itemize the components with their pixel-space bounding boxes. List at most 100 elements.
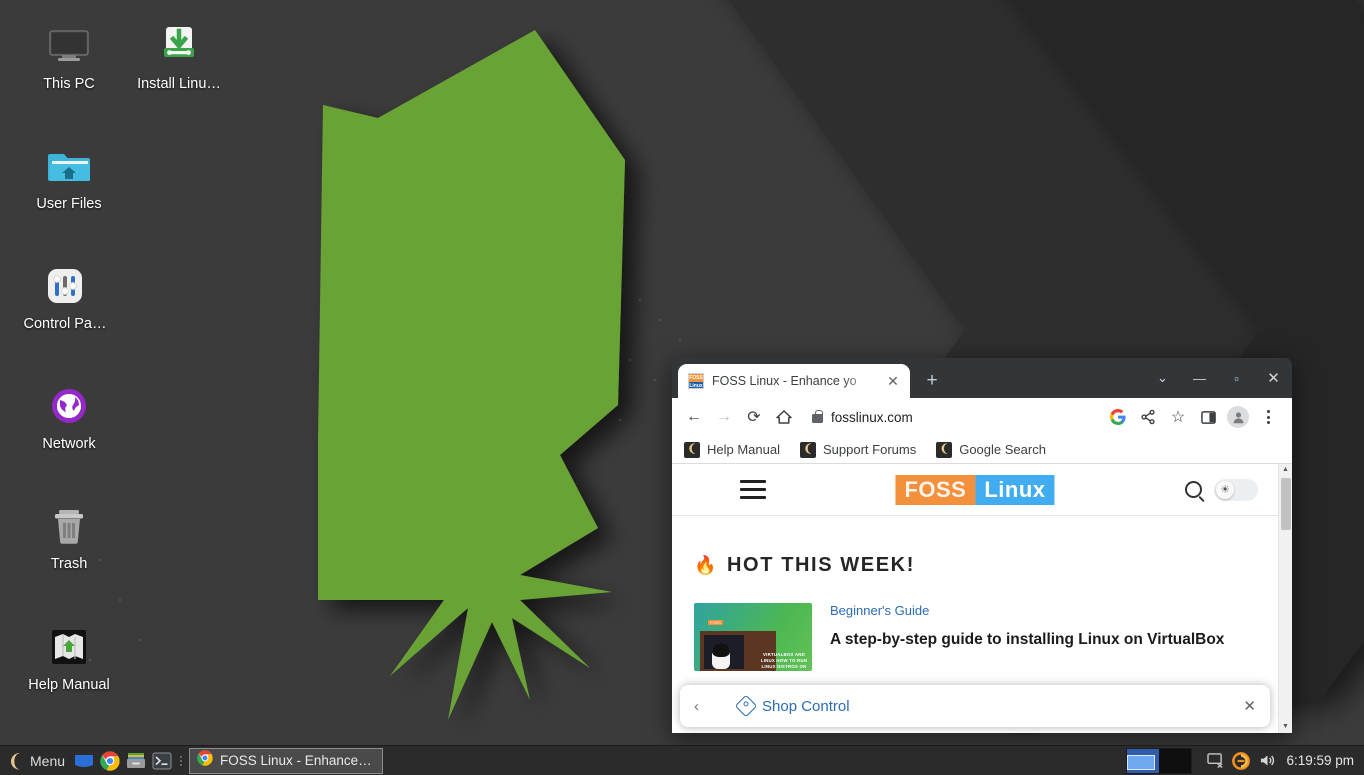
article-title[interactable]: A step-by-step guide to installing Linux… xyxy=(830,630,1224,650)
start-menu-label: Menu xyxy=(30,752,66,769)
desktop-icon-label: Install Linu… xyxy=(137,76,221,92)
update-icon[interactable] xyxy=(1228,746,1254,775)
close-window-button[interactable]: ✕ xyxy=(1255,358,1292,398)
quicklaunch-show-desktop[interactable] xyxy=(71,746,97,775)
window-controls: ⌄ — ▫ ✕ xyxy=(1144,358,1292,398)
chrome-icon xyxy=(197,750,213,771)
taskbar-clock[interactable]: 6:19:59 pm xyxy=(1280,753,1364,768)
desktop-icon-this-pc[interactable]: This PC xyxy=(14,22,124,93)
minimize-button[interactable]: — xyxy=(1181,358,1218,398)
home-folder-icon xyxy=(45,142,93,190)
back-icon[interactable]: ← xyxy=(680,403,708,431)
bookmark-label: Support Forums xyxy=(823,442,917,457)
share-icon[interactable] xyxy=(1134,403,1162,431)
article-text: Beginner's Guide A step-by-step guide to… xyxy=(830,603,1224,671)
forward-icon[interactable]: → xyxy=(710,403,738,431)
google-lens-icon[interactable] xyxy=(1104,403,1132,431)
desktop-icon-label: User Files xyxy=(36,196,102,212)
article-thumbnail[interactable]: FOSS VIRTUALBOX AND LINUX HOW TO RUN LIN… xyxy=(694,603,812,671)
section-heading-text: HOT THIS WEEK! xyxy=(727,554,915,576)
hamburger-menu-icon[interactable] xyxy=(740,480,766,499)
notification-close-icon[interactable]: ✕ xyxy=(1243,697,1256,715)
new-tab-button[interactable]: + xyxy=(918,367,946,395)
maximize-button[interactable]: ▫ xyxy=(1218,358,1255,398)
quicklaunch-chrome[interactable] xyxy=(97,746,123,775)
profile-avatar[interactable] xyxy=(1224,403,1252,431)
desktop-icon-user-files[interactable]: User Files xyxy=(14,142,124,213)
tab-search-button[interactable]: ⌄ xyxy=(1144,358,1181,398)
bookmark-favicon-icon: ❨ xyxy=(936,441,953,458)
bookmarks-bar: ❨ Help Manual ❨ Support Forums ❨ Google … xyxy=(672,436,1292,464)
desktop-icon-network[interactable]: Network xyxy=(14,382,124,453)
quicklaunch-terminal[interactable] xyxy=(149,746,175,775)
address-bar[interactable]: fosslinux.com xyxy=(800,404,1102,430)
logo-linux-text: Linux xyxy=(975,474,1055,505)
favicon-bottom-text: Linux xyxy=(689,383,703,389)
browser-menu-icon[interactable] xyxy=(1254,403,1282,431)
workspace-2[interactable] xyxy=(1159,748,1192,773)
thumbnail-caption: VIRTUALBOX AND LINUX HOW TO RUN LINUX DI… xyxy=(760,652,808,669)
desktop-icon-trash[interactable]: Trash xyxy=(14,502,124,573)
browser-tab-title: FOSS Linux - Enhance yo xyxy=(712,374,857,388)
home-icon[interactable] xyxy=(770,403,798,431)
desktop-icon-control-panel[interactable]: Control Pa… xyxy=(10,262,120,333)
desktop-icon-label: Help Manual xyxy=(28,677,110,693)
notification-content[interactable]: Shop Control xyxy=(734,694,850,718)
monitor-off-icon[interactable] xyxy=(1202,746,1228,775)
article-list-item[interactable]: FOSS VIRTUALBOX AND LINUX HOW TO RUN LIN… xyxy=(694,603,1256,671)
lock-icon xyxy=(812,409,823,423)
taskbar-window-label: FOSS Linux - Enhance… xyxy=(220,753,372,768)
browser-tab-strip: FOSS Linux FOSS Linux - Enhance yo ✕ + ⌄… xyxy=(672,358,1292,398)
system-tray: 6:19:59 pm xyxy=(1126,746,1364,775)
browser-toolbar: ← → ⟳ fosslinux.com ☆ xyxy=(672,398,1292,436)
bookmark-support-forums[interactable]: ❨ Support Forums xyxy=(800,441,917,458)
bookmark-label: Google Search xyxy=(959,442,1046,457)
workspace-pager[interactable] xyxy=(1126,747,1193,774)
workspace-1[interactable] xyxy=(1127,748,1160,773)
reload-icon[interactable]: ⟳ xyxy=(740,403,768,431)
bookmark-favicon-icon: ❨ xyxy=(800,441,816,458)
flame-icon: 🔥 xyxy=(694,555,719,575)
speaker-icon[interactable] xyxy=(1254,746,1280,775)
tag-icon xyxy=(734,694,758,718)
notification-back-icon[interactable]: ‹ xyxy=(694,698,714,715)
penguin-icon xyxy=(712,643,730,669)
browser-tab[interactable]: FOSS Linux FOSS Linux - Enhance yo ✕ xyxy=(678,364,910,398)
web-page: FOSS Linux ☀ 🔥 HOT THIS WEEK! FOSS VIRTU… xyxy=(672,464,1278,733)
quicklaunch-file-manager[interactable] xyxy=(123,746,149,775)
logo-foss-text: FOSS xyxy=(895,474,976,505)
bookmark-star-icon[interactable]: ☆ xyxy=(1164,403,1192,431)
avatar xyxy=(1227,406,1249,428)
article-category[interactable]: Beginner's Guide xyxy=(830,603,1224,618)
browser-viewport: FOSS Linux ☀ 🔥 HOT THIS WEEK! FOSS VIRTU… xyxy=(672,464,1292,733)
desktop-icon-label: This PC xyxy=(43,76,95,92)
notification-label: Shop Control xyxy=(762,697,850,715)
sliders-icon xyxy=(41,262,89,310)
search-icon[interactable] xyxy=(1185,481,1202,498)
site-logo[interactable]: FOSS Linux xyxy=(895,474,1055,505)
taskbar-window-button[interactable]: FOSS Linux - Enhance… xyxy=(189,747,383,774)
scroll-down-icon[interactable]: ▼ xyxy=(1282,721,1289,733)
foss-linux-favicon: FOSS Linux xyxy=(688,373,704,389)
favicon-top-text: FOSS xyxy=(689,374,703,382)
scrollbar-thumb[interactable] xyxy=(1281,478,1291,530)
desktop-icon-help-manual[interactable]: Help Manual xyxy=(14,623,124,694)
scroll-up-icon[interactable]: ▲ xyxy=(1282,464,1289,476)
bookmark-google-search[interactable]: ❨ Google Search xyxy=(936,441,1046,458)
page-scrollbar[interactable]: ▲ ▼ xyxy=(1278,464,1292,733)
site-header-actions: ☀ xyxy=(1185,478,1258,501)
close-tab-icon[interactable]: ✕ xyxy=(884,372,902,390)
desktop: This PC Install Linu… User Files Control… xyxy=(0,0,1364,775)
theme-toggle[interactable]: ☀ xyxy=(1214,478,1258,501)
menu-feather-icon: ❨ xyxy=(7,750,23,771)
desktop-icon-install-linux[interactable]: Install Linu… xyxy=(124,22,234,93)
start-menu-button[interactable]: ❨ Menu xyxy=(0,746,71,775)
taskbar-separator xyxy=(178,752,184,770)
section-heading: 🔥 HOT THIS WEEK! xyxy=(694,554,1256,577)
site-header: FOSS Linux ☀ xyxy=(672,464,1278,516)
bookmark-help-manual[interactable]: ❨ Help Manual xyxy=(684,441,780,458)
bookmark-favicon-icon: ❨ xyxy=(684,441,700,458)
browser-window: FOSS Linux FOSS Linux - Enhance yo ✕ + ⌄… xyxy=(672,358,1292,733)
side-panel-icon[interactable] xyxy=(1194,403,1222,431)
desktop-icon-label: Network xyxy=(42,436,96,452)
